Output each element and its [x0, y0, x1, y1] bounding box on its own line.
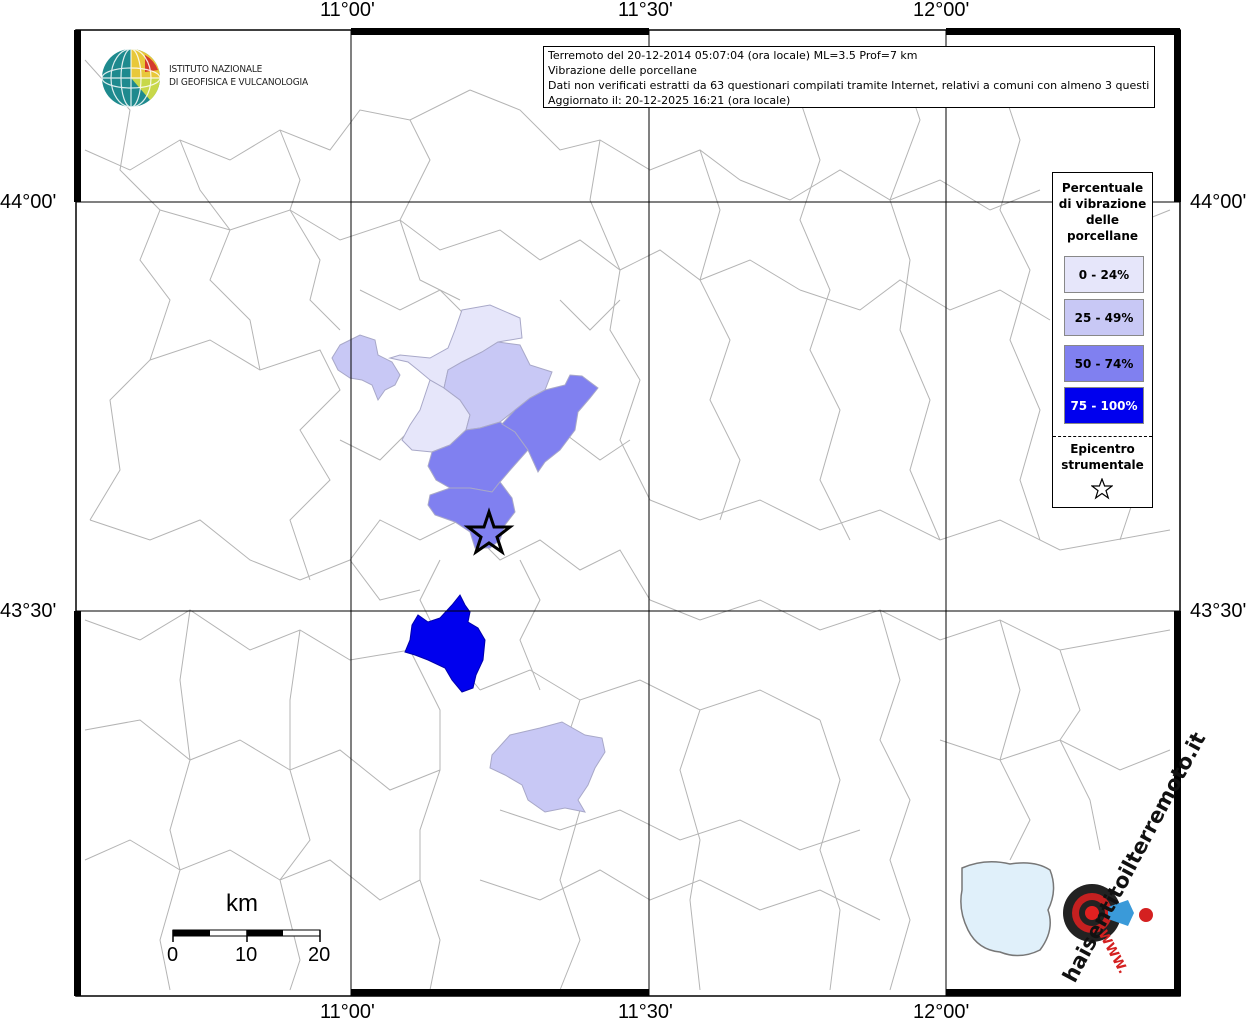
lon-label-bottom-1200: 12°00' — [913, 1001, 970, 1023]
lat-label-left-4400: 44°00' — [0, 191, 57, 213]
legend-title-line: porcellane — [1066, 229, 1138, 243]
ingv-logo-line-2: DI GEOFISICA E VULCANOLOGIA — [169, 77, 308, 88]
lon-label-top-1100: 11°00' — [320, 0, 375, 21]
event-info-line-3: Dati non verificati estratti da 63 quest… — [548, 79, 1150, 92]
scale-bar-tick-20: 20 — [308, 944, 331, 966]
legend-title-line: Percentuale — [1061, 181, 1144, 195]
lat-label-right-4330: 43°30' — [1190, 600, 1247, 622]
legend-swatch-75-100: 75 - 100% — [1064, 387, 1144, 424]
lon-label-top-1130: 11°30' — [618, 0, 673, 21]
event-info-line-2: Vibrazione delle porcellane — [548, 64, 697, 77]
legend-title-line: di vibrazione — [1058, 197, 1147, 211]
legend-epicenter-label: Epicentro strumentale — [1053, 441, 1152, 473]
municipality-75-100 — [404, 594, 486, 693]
event-info-line-4: Aggiornato il: 20-12-2025 16:21 (ora loc… — [548, 94, 791, 107]
ingv-logo-line-1: ISTITUTO NAZIONALE — [169, 64, 263, 75]
municipal-boundaries — [84, 59, 1171, 991]
legend: Percentuale di vibrazione delle porcella… — [1052, 172, 1153, 508]
legend-swatch-0-24: 0 - 24% — [1064, 256, 1144, 293]
lon-label-top-1200: 12°00' — [913, 0, 970, 21]
event-info-line-1: Terremoto del 20-12-2014 05:07:04 (ora l… — [548, 49, 918, 62]
lat-label-left-4330: 43°30' — [0, 600, 57, 622]
legend-title: Percentuale di vibrazione delle porcella… — [1053, 180, 1152, 244]
legend-title-line: delle — [1085, 213, 1120, 227]
intensity-map — [74, 28, 1181, 997]
scale-bar-tick-10: 10 — [235, 944, 258, 966]
legend-swatch-label: 50 - 74% — [1074, 356, 1134, 371]
legend-epicenter-line: strumentale — [1061, 458, 1144, 472]
municipality-25-49-c — [489, 721, 606, 813]
ingv-logo-text: ISTITUTO NAZIONALE DI GEOFISICA E VULCAN… — [169, 63, 308, 89]
legend-swatch-label: 0 - 24% — [1078, 267, 1130, 282]
legend-divider — [1053, 436, 1152, 437]
legend-swatch-label: 75 - 100% — [1070, 398, 1138, 413]
lon-label-bottom-1100: 11°00' — [320, 1001, 375, 1023]
legend-star-icon — [1091, 478, 1113, 500]
legend-swatch-25-49: 25 - 49% — [1064, 299, 1144, 336]
scale-bar-tick-0: 0 — [167, 944, 179, 966]
legend-swatch-label: 25 - 49% — [1074, 310, 1134, 325]
scale-bar-unit: km — [226, 890, 258, 917]
legend-swatch-50-74: 50 - 74% — [1064, 345, 1144, 382]
lon-label-bottom-1130: 11°30' — [618, 1001, 673, 1023]
event-info-box: Terremoto del 20-12-2014 05:07:04 (ora l… — [543, 46, 1155, 108]
municipality-25-49-b — [331, 334, 401, 402]
ingv-globe-icon — [101, 48, 161, 108]
municipality-50-74-c — [427, 481, 516, 549]
legend-epicenter-line: Epicentro — [1070, 442, 1135, 456]
scale-bar — [172, 929, 321, 942]
lat-label-right-4400: 44°00' — [1190, 191, 1247, 213]
